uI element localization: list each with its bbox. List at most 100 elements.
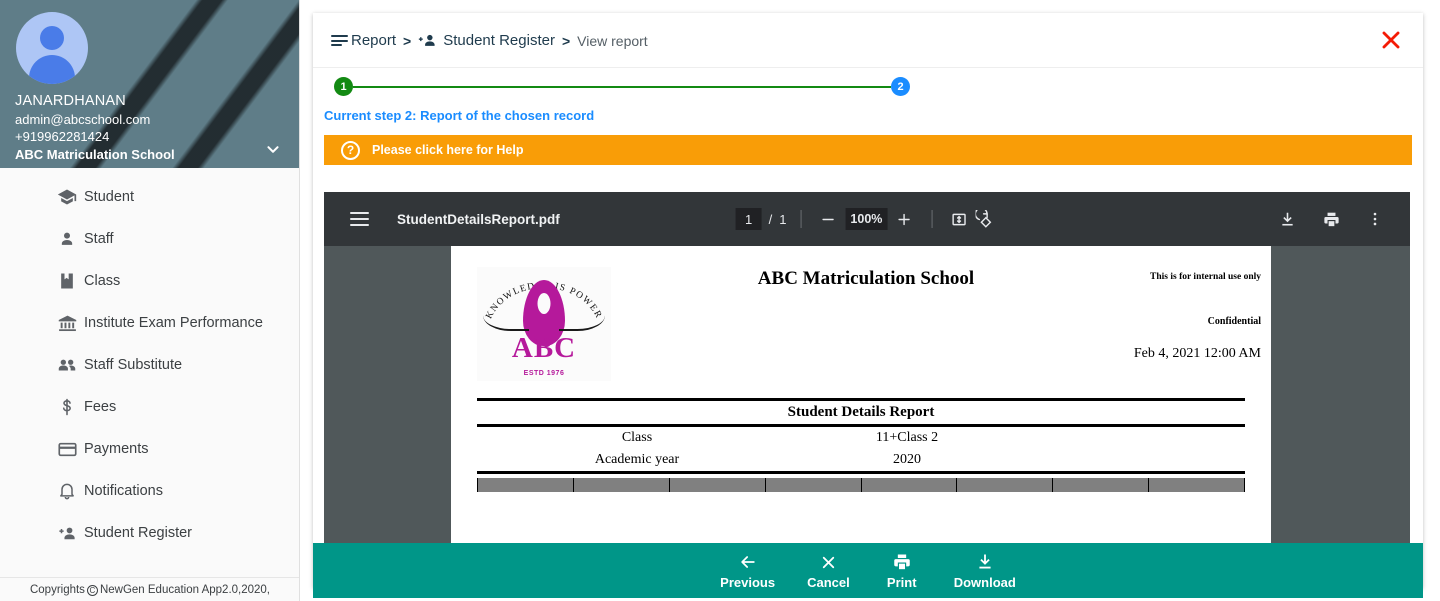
person-add-icon <box>56 522 78 544</box>
stepper-step-1[interactable]: 1 <box>334 77 353 96</box>
institute-icon <box>56 312 78 334</box>
user-email: admin@abcschool.com <box>15 112 151 127</box>
pdf-toolbar-actions <box>1274 206 1388 232</box>
table-header-cell <box>765 478 862 492</box>
sidebar-item-notifications[interactable]: Notifications <box>0 470 299 512</box>
user-name: JANARDHANAN <box>15 93 126 109</box>
sidebar: JANARDHANAN admin@abcschool.com +9199622… <box>0 0 300 601</box>
breadcrumb-label: Report <box>351 32 397 49</box>
avatar-head <box>40 26 64 50</box>
download-label: Download <box>953 574 1016 590</box>
sidebar-item-fees[interactable]: Fees <box>0 386 299 428</box>
rotate-icon[interactable] <box>972 206 998 232</box>
copyright-suffix: NewGen Education App2.0,2020, <box>99 583 271 596</box>
previous-label: Previous <box>720 574 776 590</box>
sidebar-toggle-icon[interactable] <box>350 212 369 226</box>
logo-flame-center <box>537 293 551 314</box>
credit-card-icon <box>56 438 78 460</box>
document-meta: This is for internal use only Confidenti… <box>1021 272 1261 362</box>
sidebar-item-label: Institute Exam Performance <box>84 315 263 331</box>
pdf-page-controls: 1 / 1 100% <box>735 206 999 232</box>
pdf-viewer: StudentDetailsReport.pdf 1 / 1 100% KNOW… <box>324 192 1410 588</box>
zoom-in-icon[interactable] <box>891 206 917 232</box>
logo-established: ESTD 1976 <box>523 370 565 377</box>
cancel-button[interactable]: Cancel <box>791 552 866 590</box>
internal-use-note: This is for internal use only <box>1150 272 1261 282</box>
print-label: Print <box>886 574 917 590</box>
stepper: 1 2 <box>313 68 1423 105</box>
table-header-cell <box>957 478 1054 492</box>
logo-acronym: ABC <box>511 332 577 364</box>
previous-button[interactable]: Previous <box>704 552 791 590</box>
report-lines-icon <box>331 34 348 47</box>
page-separator: / <box>768 211 773 227</box>
logo-wing-right <box>559 305 605 331</box>
table-header-cell <box>1053 478 1150 492</box>
person-icon <box>56 228 78 250</box>
breadcrumb-item-student-register[interactable]: Student Register <box>418 32 555 49</box>
school-logo: KNOWLEDGE IS POWER ABC ESTD 1976 <box>477 267 611 381</box>
zoom-out-icon[interactable] <box>815 206 841 232</box>
main-topbar: Report > Student Register > View report <box>313 13 1423 68</box>
sidebar-item-label: Staff Substitute <box>84 357 183 373</box>
pdf-toolbar: StudentDetailsReport.pdf 1 / 1 100% <box>324 192 1410 246</box>
download-icon[interactable] <box>1274 206 1300 232</box>
sidebar-item-staff-substitute[interactable]: Staff Substitute <box>0 344 299 386</box>
fit-to-page-icon[interactable] <box>946 206 972 232</box>
sidebar-item-institute-exam-performance[interactable]: Institute Exam Performance <box>0 302 299 344</box>
action-bar: Previous Cancel Print Download <box>313 543 1423 598</box>
report-title: Student Details Report <box>787 404 935 420</box>
sidebar-nav: Student Staff Class Institute Exam Perfo… <box>0 168 299 554</box>
table-header-cell <box>861 478 958 492</box>
avatar <box>16 12 88 84</box>
stepper-progress-line <box>353 86 891 88</box>
close-icon[interactable] <box>1377 26 1405 54</box>
sidebar-item-label: Payments <box>84 441 149 457</box>
sidebar-item-staff[interactable]: Staff <box>0 218 299 260</box>
breadcrumb-current: View report <box>577 32 648 49</box>
sidebar-item-payments[interactable]: Payments <box>0 428 299 470</box>
help-banner[interactable]: ? Please click here for Help <box>324 135 1412 165</box>
avatar-body <box>29 55 75 84</box>
toolbar-divider <box>800 210 802 228</box>
report-meta-label: Academic year <box>594 452 680 467</box>
download-button[interactable]: Download <box>938 552 1032 590</box>
table-header-cell <box>478 478 574 492</box>
page-number-input[interactable]: 1 <box>735 208 762 230</box>
sidebar-profile-header[interactable]: JANARDHANAN admin@abcschool.com +9199622… <box>0 0 299 168</box>
more-options-icon[interactable] <box>1362 206 1388 232</box>
help-banner-label: Please click here for Help <box>372 143 524 157</box>
help-question-icon: ? <box>341 140 360 160</box>
sidebar-item-student[interactable]: Student <box>0 176 299 218</box>
document-header: KNOWLEDGE IS POWER ABC ESTD 1976 ABC Mat… <box>451 246 1271 398</box>
breadcrumb-label: Student Register <box>443 32 555 49</box>
stepper-step-2[interactable]: 2 <box>891 77 910 96</box>
report-meta-value: 11+Class 2 <box>875 430 939 445</box>
user-info: JANARDHANAN admin@abcschool.com +9199622… <box>15 92 175 164</box>
dollar-icon <box>56 396 78 418</box>
chevron-down-icon[interactable] <box>262 138 284 160</box>
breadcrumb-separator: > <box>403 32 412 49</box>
sidebar-item-student-register[interactable]: Student Register <box>0 512 299 554</box>
zoom-level-value[interactable]: 100% <box>845 208 888 230</box>
rule <box>477 471 1245 474</box>
copyright-prefix: Copyrights <box>29 583 85 596</box>
user-school: ABC Matriculation School <box>15 147 175 162</box>
table-header-cell <box>669 478 766 492</box>
table-header-row <box>477 478 1245 492</box>
sidebar-item-label: Fees <box>84 399 117 415</box>
report-meta-row: Academic year 2020 <box>477 449 1245 471</box>
confidential-label: Confidential <box>1207 316 1261 327</box>
sidebar-item-class[interactable]: Class <box>0 260 299 302</box>
print-button[interactable]: Print <box>866 552 938 590</box>
page-total: 1 <box>779 211 787 227</box>
print-icon[interactable] <box>1318 206 1344 232</box>
sidebar-item-label: Notifications <box>84 483 163 499</box>
main-panel: Report > Student Register > View report … <box>313 13 1423 588</box>
user-phone: +919962281424 <box>15 129 110 144</box>
logo-wing-left <box>483 305 529 331</box>
sidebar-item-label: Staff <box>84 231 114 247</box>
arrow-back-icon <box>738 552 758 572</box>
breadcrumb-item-report[interactable]: Report <box>331 32 396 49</box>
current-step-text: Current step 2: Report of the chosen rec… <box>324 108 595 123</box>
